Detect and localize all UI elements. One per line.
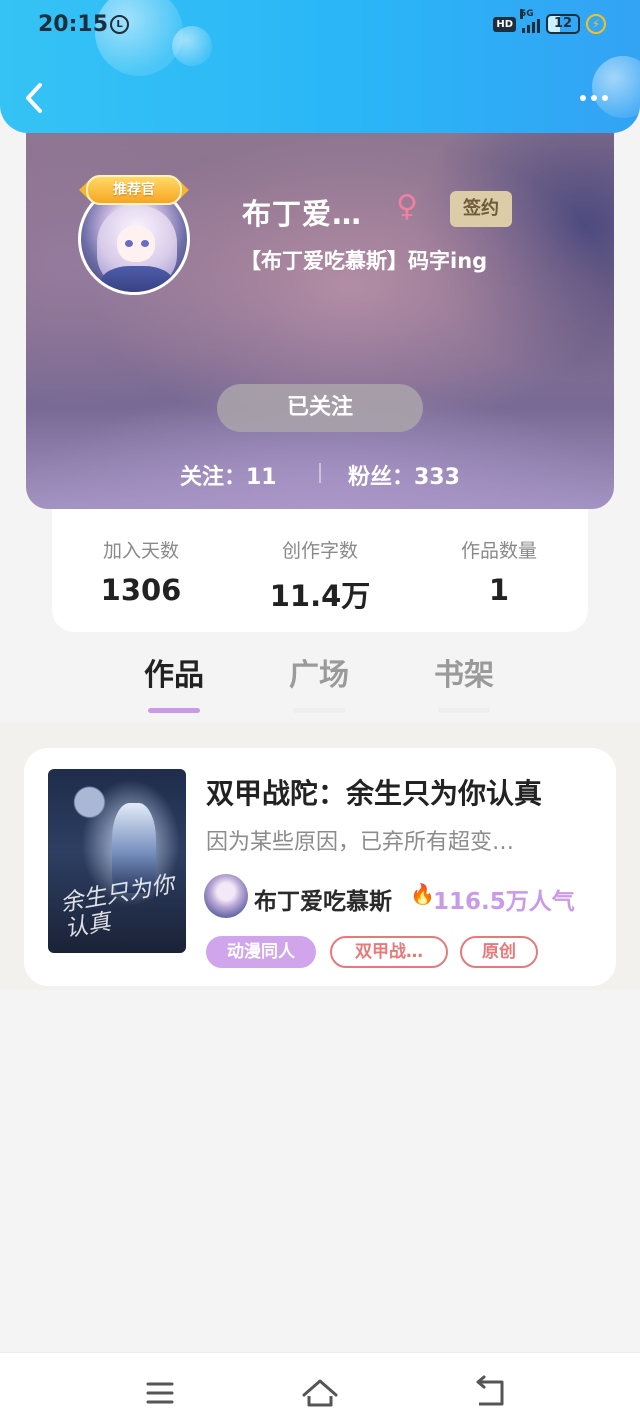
tab-indicator [293, 708, 345, 713]
signed-badge: 签约 [450, 191, 512, 227]
popularity-count: 116.5万人气 [433, 889, 575, 915]
tab-works[interactable]: 作品 [114, 650, 234, 713]
author-name: 布丁爱吃慕斯 [254, 889, 392, 915]
tag-original[interactable]: 原创 [460, 936, 538, 968]
charging-icon: ⚡ [586, 14, 606, 34]
back-button[interactable] [20, 80, 50, 116]
username: 布丁爱… [242, 197, 363, 231]
decor-bubble [172, 26, 212, 66]
cover-title: 余生只为你认真 [58, 871, 177, 943]
stat-value: 1306 [100, 573, 182, 607]
book-title: 双甲战陀：余生只为你认真 [206, 777, 543, 810]
system-icons: HD 5G 12 ⚡ [493, 9, 606, 34]
followed-button[interactable]: 已关注 [217, 384, 423, 432]
battery-icon: 12 [546, 14, 580, 34]
tab-indicator [148, 708, 200, 713]
recommender-badge: 推荐官 [86, 175, 182, 205]
following-count[interactable]: 关注：11 [180, 459, 277, 491]
author-row: 布丁爱吃慕斯 🔥 116.5万人气 [204, 874, 604, 918]
network-type: 5G [520, 9, 534, 19]
hd-icon: HD [493, 16, 516, 32]
book-description: 因为某些原因，已弃所有超变… [206, 830, 515, 855]
system-navbar [0, 1352, 640, 1428]
stat-value: 11.4万 [269, 579, 371, 613]
home-icon [302, 1379, 338, 1407]
home-button[interactable] [300, 1375, 340, 1411]
profile-tabs: 作品 广场 书架 [0, 640, 640, 720]
tab-label: 广场 [289, 658, 349, 693]
stat-label: 创作字数 [281, 540, 358, 562]
menu-button[interactable] [140, 1375, 180, 1411]
author-avatar [204, 874, 248, 918]
book-card[interactable]: 余生只为你认真 双甲战陀：余生只为你认真 因为某些原因，已弃所有超变… 布丁爱吃… [24, 748, 616, 986]
signal-icon: 5G [520, 9, 540, 33]
divider [319, 463, 321, 483]
stat-works-count: 作品数量 1 [410, 536, 588, 607]
top-header: 20:15 L HD 5G 12 ⚡ [0, 0, 640, 133]
chevron-left-icon [26, 83, 42, 113]
more-button[interactable] [574, 86, 614, 110]
tag-category[interactable]: 动漫同人 [206, 936, 316, 968]
stat-word-count: 创作字数 11.4万 [231, 536, 409, 615]
decor-bubble [95, 0, 183, 76]
book-cover[interactable]: 余生只为你认真 [48, 769, 186, 953]
notification-icon: L [110, 15, 129, 34]
tag-fandom[interactable]: 双甲战… [330, 936, 448, 968]
stat-value: 1 [488, 573, 510, 607]
avatar-block[interactable]: 推荐官 [78, 175, 190, 295]
status-time: 20:15 [38, 12, 109, 37]
back-icon [476, 1375, 504, 1406]
female-icon: ♀ [396, 189, 418, 224]
user-bio: 【布丁爱吃慕斯】码字ing [240, 249, 488, 273]
tab-square[interactable]: 广场 [259, 650, 379, 713]
flame-icon: 🔥 [410, 882, 435, 906]
tab-label: 书架 [434, 658, 494, 693]
tab-indicator [438, 708, 490, 713]
profile-card: 推荐官 布丁爱… ♀ 签约 【布丁爱吃慕斯】码字ing 已关注 关注：11 粉丝… [26, 105, 614, 509]
back-nav-button[interactable] [470, 1375, 510, 1411]
stat-label: 作品数量 [460, 540, 537, 562]
menu-icon [146, 1382, 174, 1404]
stats-card: 加入天数 1306 创作字数 11.4万 作品数量 1 [52, 490, 588, 632]
tab-bookshelf[interactable]: 书架 [404, 650, 524, 713]
more-dots-icon [580, 95, 586, 101]
tab-label: 作品 [144, 658, 204, 693]
stat-label: 加入天数 [102, 540, 179, 562]
stat-join-days: 加入天数 1306 [52, 536, 230, 607]
follow-stats: 关注：11 粉丝：333 [26, 455, 614, 491]
fans-count[interactable]: 粉丝：333 [348, 459, 460, 491]
